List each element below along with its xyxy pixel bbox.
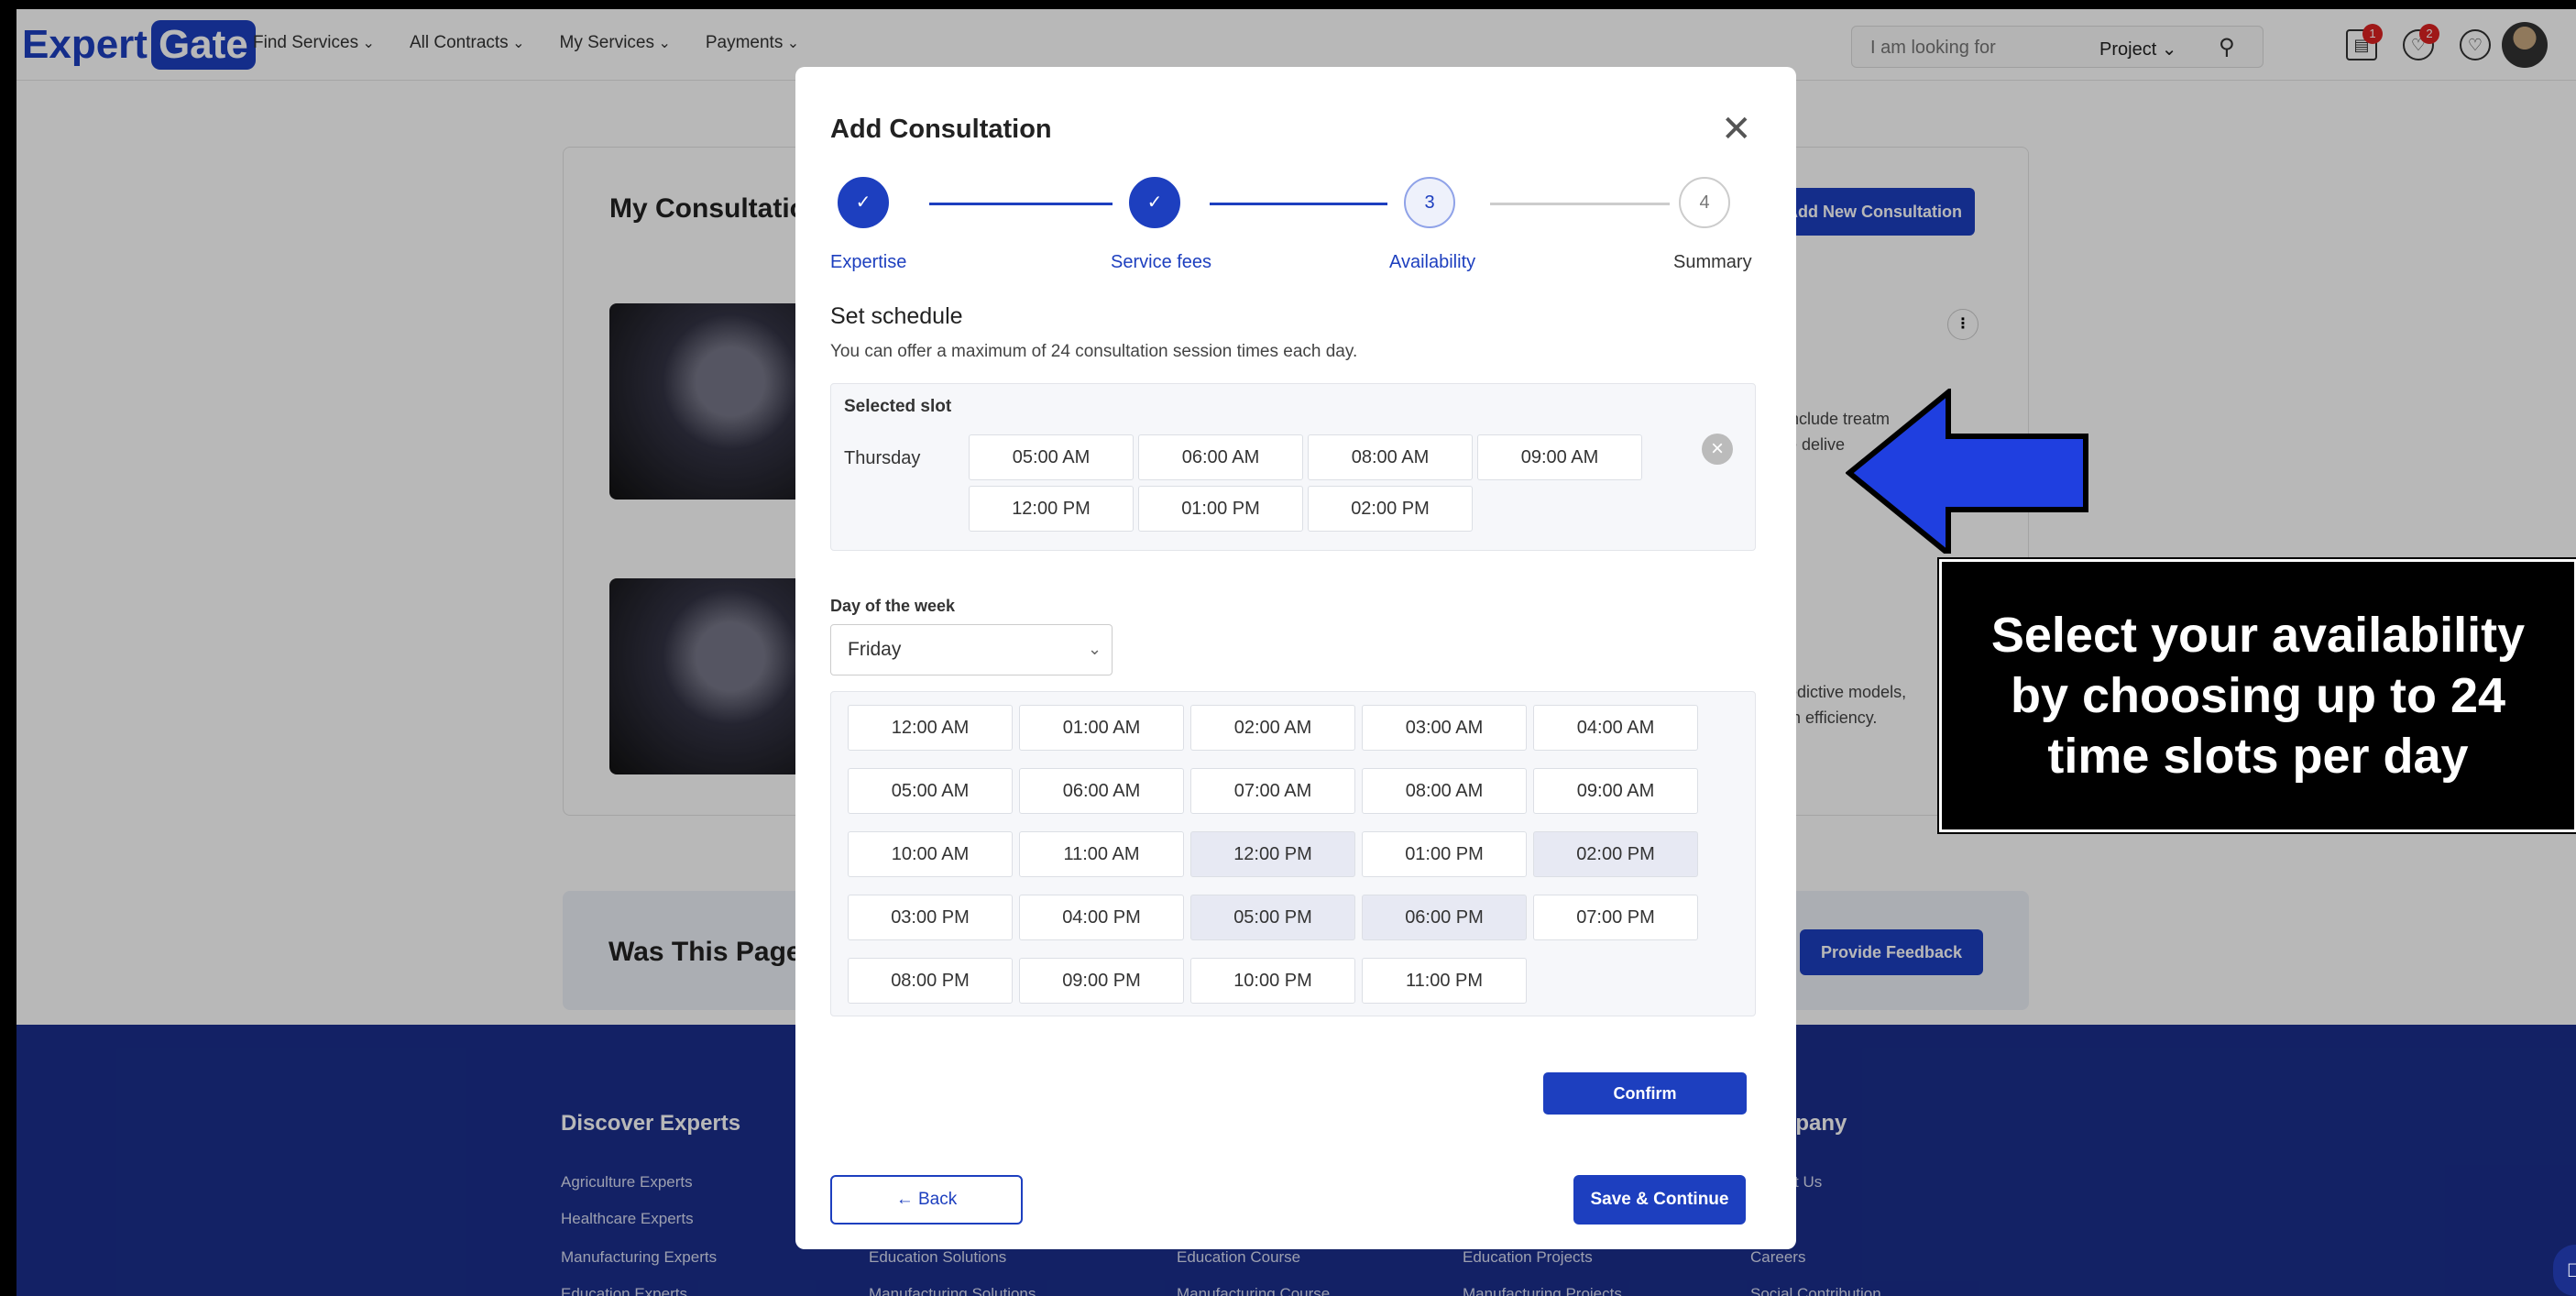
time-slot-button[interactable]: 12:00 PM bbox=[1190, 831, 1355, 877]
step-expertise-icon[interactable]: ✓ bbox=[838, 177, 889, 228]
time-slot-button[interactable]: 05:00 AM bbox=[848, 768, 1013, 814]
selected-slot-chip[interactable]: 12:00 PM bbox=[969, 486, 1134, 532]
remove-slot-icon[interactable]: × bbox=[1702, 434, 1733, 465]
callout-text: Select your availability by choosing up … bbox=[1990, 608, 2526, 784]
time-slot-button[interactable]: 01:00 PM bbox=[1362, 831, 1527, 877]
add-consultation-modal: Add Consultation ✕ ✓ ✓ 3 4 Expertise Ser… bbox=[795, 67, 1796, 1249]
selected-slot-chip[interactable]: 05:00 AM bbox=[969, 434, 1134, 480]
time-slot-button[interactable]: 08:00 AM bbox=[1362, 768, 1527, 814]
schedule-title: Set schedule bbox=[830, 303, 963, 329]
step-summary-icon[interactable]: 4 bbox=[1679, 177, 1730, 228]
selected-slot-box: Selected slot Thursday 05:00 AM 06:00 AM 0… bbox=[830, 383, 1756, 551]
time-slot-button[interactable]: 06:00 PM bbox=[1362, 895, 1527, 940]
time-slot-button[interactable]: 12:00 AM bbox=[848, 705, 1013, 751]
chevron-down-icon: ⌄ bbox=[1088, 640, 1102, 658]
step-connector bbox=[1210, 203, 1387, 205]
time-slot-button[interactable]: 06:00 AM bbox=[1019, 768, 1184, 814]
app-frame: Expert Gate Find Services All Contracts … bbox=[16, 9, 2576, 1296]
time-slot-button[interactable]: 02:00 PM bbox=[1533, 831, 1698, 877]
day-of-week-label: Day of the week bbox=[830, 597, 956, 615]
time-slot-button[interactable]: 05:00 PM bbox=[1190, 895, 1355, 940]
step-label-availability: Availability bbox=[1389, 252, 1476, 272]
confirm-button[interactable]: Confirm bbox=[1543, 1072, 1747, 1115]
time-slot-button[interactable]: 10:00 PM bbox=[1190, 958, 1355, 1004]
time-slot-button[interactable]: 04:00 AM bbox=[1533, 705, 1698, 751]
step-connector bbox=[929, 203, 1113, 205]
step-label-expertise: Expertise bbox=[830, 252, 907, 272]
step-label-service-fees: Service fees bbox=[1111, 252, 1212, 272]
day-of-week-select[interactable]: Friday ⌄ bbox=[830, 624, 1113, 675]
time-slot-button[interactable]: 03:00 PM bbox=[848, 895, 1013, 940]
selected-slot-chip[interactable]: 09:00 AM bbox=[1477, 434, 1642, 480]
selected-slot-chip[interactable]: 06:00 AM bbox=[1138, 434, 1303, 480]
time-slot-button[interactable]: 11:00 PM bbox=[1362, 958, 1527, 1004]
time-slot-button[interactable]: 09:00 PM bbox=[1019, 958, 1184, 1004]
time-slot-grid: 12:00 AM 01:00 AM 02:00 AM 03:00 AM 04:00 AM… bbox=[830, 691, 1756, 1016]
time-slot-button[interactable]: 07:00 PM bbox=[1533, 895, 1698, 940]
modal-title: Add Consultation bbox=[830, 115, 1052, 144]
selected-slot-label: Selected slot bbox=[844, 397, 952, 416]
selected-day: Thursday bbox=[844, 448, 921, 468]
time-slot-button[interactable]: 08:00 PM bbox=[848, 958, 1013, 1004]
time-slot-button[interactable]: 10:00 AM bbox=[848, 831, 1013, 877]
time-slot-button[interactable]: 03:00 AM bbox=[1362, 705, 1527, 751]
time-slot-button[interactable]: 07:00 AM bbox=[1190, 768, 1355, 814]
time-slot-button[interactable]: 02:00 AM bbox=[1190, 705, 1355, 751]
step-availability-icon[interactable]: 3 bbox=[1404, 177, 1455, 228]
step-label-summary: Summary bbox=[1673, 252, 1752, 272]
time-slot-button[interactable]: 11:00 AM bbox=[1019, 831, 1184, 877]
close-icon[interactable]: ✕ bbox=[1721, 111, 1752, 148]
pointer-arrow-icon bbox=[1846, 389, 2088, 554]
save-continue-button[interactable]: Save & Continue bbox=[1573, 1175, 1746, 1225]
time-slot-button[interactable]: 01:00 AM bbox=[1019, 705, 1184, 751]
instruction-callout: Select your availability by choosing up … bbox=[1937, 557, 2576, 834]
selected-slot-chip[interactable]: 01:00 PM bbox=[1138, 486, 1303, 532]
schedule-subtitle: You can offer a maximum of 24 consultati… bbox=[830, 342, 1358, 361]
selected-slot-chip[interactable]: 08:00 AM bbox=[1308, 434, 1473, 480]
selected-slot-chip[interactable]: 02:00 PM bbox=[1308, 486, 1473, 532]
time-slot-button[interactable]: 09:00 AM bbox=[1533, 768, 1698, 814]
back-button[interactable]: ← Back bbox=[830, 1175, 1023, 1225]
time-slot-button[interactable]: 04:00 PM bbox=[1019, 895, 1184, 940]
step-connector bbox=[1490, 203, 1670, 205]
step-service-fees-icon[interactable]: ✓ bbox=[1129, 177, 1180, 228]
day-of-week-value: Friday bbox=[848, 639, 902, 660]
